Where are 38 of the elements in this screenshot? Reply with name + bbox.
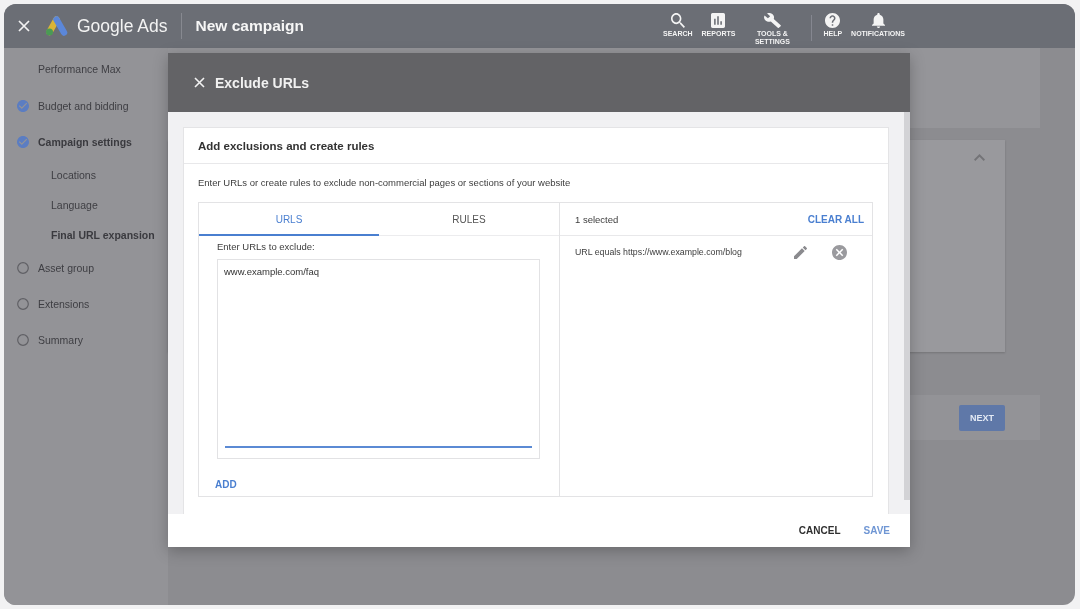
url-textarea[interactable]: www.example.com/faq bbox=[217, 259, 540, 459]
sidebar-step[interactable]: Campaign settings bbox=[17, 136, 132, 148]
close-icon bbox=[18, 20, 30, 32]
selected-count: 1 selected bbox=[575, 213, 619, 225]
sidebar-step[interactable]: Summary bbox=[17, 334, 83, 346]
dialog-title: Exclude URLs bbox=[215, 74, 310, 91]
field-label: Enter URLs to exclude: bbox=[217, 241, 315, 253]
save-button[interactable]: SAVE bbox=[863, 525, 890, 536]
campaign-type: Performance Max bbox=[38, 62, 121, 77]
description-text: Enter URLs or create rules to exclude non-commercial pages or sections of your website bbox=[198, 177, 571, 189]
card-title: Add exclusions and create rules bbox=[198, 139, 375, 152]
sidebar-substep[interactable]: Language bbox=[51, 199, 98, 211]
page-title: New campaign bbox=[195, 17, 304, 35]
wrench-icon bbox=[763, 13, 781, 28]
scrollbar[interactable] bbox=[904, 112, 910, 500]
clear-all-link[interactable]: CLEAR ALL bbox=[807, 213, 864, 225]
sidebar-step[interactable]: Extensions bbox=[17, 298, 90, 310]
close-icon bbox=[194, 77, 205, 88]
cancel-button[interactable]: CANCEL bbox=[798, 525, 841, 536]
search-icon bbox=[670, 13, 685, 28]
help-icon bbox=[825, 13, 841, 28]
sidebar-step[interactable]: Asset group bbox=[17, 262, 95, 274]
bell-icon bbox=[871, 13, 885, 28]
exclusion-rule: URL equals https://www.example.com/blog bbox=[575, 247, 742, 257]
remove-icon[interactable] bbox=[832, 244, 847, 260]
sidebar-substep[interactable]: Locations bbox=[51, 169, 96, 181]
logo-icon bbox=[45, 16, 68, 36]
add-link[interactable]: ADD bbox=[215, 479, 237, 490]
close-button[interactable] bbox=[194, 77, 205, 88]
sidebar-step[interactable]: Budget and bidding bbox=[17, 100, 129, 112]
tab[interactable]: URLS bbox=[199, 203, 379, 236]
pencil-icon[interactable] bbox=[794, 245, 807, 259]
sidebar-substep[interactable]: Final URL expansion bbox=[51, 229, 155, 241]
close-button[interactable] bbox=[18, 20, 30, 32]
tab[interactable]: RULES bbox=[379, 203, 559, 236]
bar-chart-icon bbox=[711, 13, 726, 28]
next-button[interactable]: NEXT bbox=[959, 404, 1005, 431]
app-name: Google Ads bbox=[77, 15, 168, 37]
